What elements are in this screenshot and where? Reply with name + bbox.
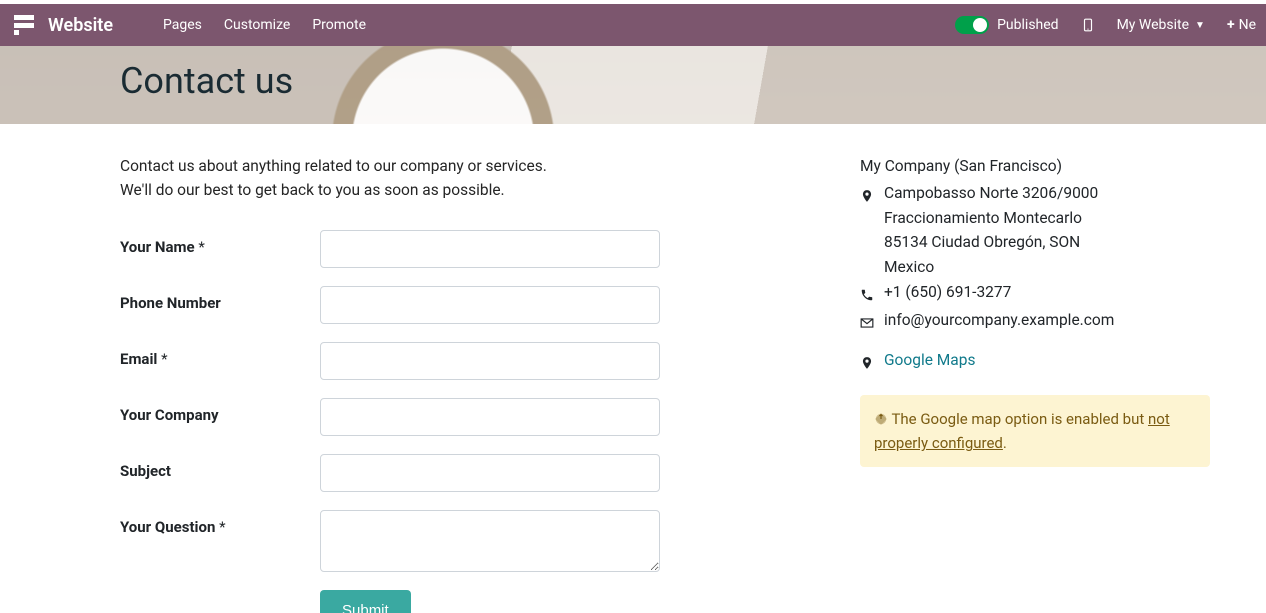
site-selector-dropdown[interactable]: My Website ▼ — [1117, 17, 1205, 33]
map-marker-icon — [860, 181, 874, 280]
input-phone[interactable] — [320, 286, 660, 324]
site-selector-label: My Website — [1117, 17, 1189, 33]
brand-title[interactable]: Website — [48, 15, 113, 36]
hero-banner: Contact us — [0, 46, 1266, 124]
published-label: Published — [997, 17, 1058, 33]
label-your-name: Your Name * — [120, 230, 320, 256]
menu-pages[interactable]: Pages — [163, 17, 202, 33]
intro-line-1: Contact us about anything related to our… — [120, 154, 800, 178]
label-subject: Subject — [120, 454, 320, 480]
menu-promote[interactable]: Promote — [312, 17, 366, 33]
company-name: My Company (San Francisco) — [860, 154, 1210, 179]
published-toggle-group[interactable]: Published — [955, 16, 1058, 34]
label-question: Your Question * — [120, 510, 320, 536]
intro-text: Contact us about anything related to our… — [120, 154, 800, 202]
envelope-icon — [860, 308, 874, 336]
alert-text: The Google map option is enabled but — [891, 410, 1148, 428]
new-label: Ne — [1239, 17, 1256, 33]
input-your-name[interactable] — [320, 230, 660, 268]
google-maps-link[interactable]: Google Maps — [884, 348, 975, 376]
info-icon — [874, 410, 891, 428]
submit-button[interactable]: Submit — [320, 590, 411, 613]
phone-icon — [860, 280, 874, 308]
plus-icon: + — [1227, 17, 1235, 33]
menu-customize[interactable]: Customize — [224, 17, 290, 33]
top-navbar: Website Pages Customize Promote Publishe… — [0, 4, 1266, 46]
company-email: info@yourcompany.example.com — [884, 308, 1114, 336]
label-email: Email * — [120, 342, 320, 368]
input-subject[interactable] — [320, 454, 660, 492]
label-company: Your Company — [120, 398, 320, 424]
input-question[interactable] — [320, 510, 660, 572]
mobile-preview-icon[interactable] — [1081, 18, 1095, 32]
apps-icon[interactable] — [10, 11, 38, 39]
page-title: Contact us — [0, 46, 1266, 102]
input-company[interactable] — [320, 398, 660, 436]
company-phone: +1 (650) 691-3277 — [884, 280, 1011, 308]
label-phone: Phone Number — [120, 286, 320, 312]
company-address: Campobasso Norte 3206/9000 Fraccionamien… — [884, 181, 1098, 280]
maps-config-alert: The Google map option is enabled but not… — [860, 395, 1210, 467]
published-toggle[interactable] — [955, 16, 989, 34]
map-marker-icon-2 — [860, 348, 874, 376]
intro-line-2: We'll do our best to get back to you as … — [120, 178, 800, 202]
chevron-down-icon: ▼ — [1195, 20, 1205, 31]
new-button[interactable]: + Ne — [1227, 17, 1256, 33]
input-email[interactable] — [320, 342, 660, 380]
